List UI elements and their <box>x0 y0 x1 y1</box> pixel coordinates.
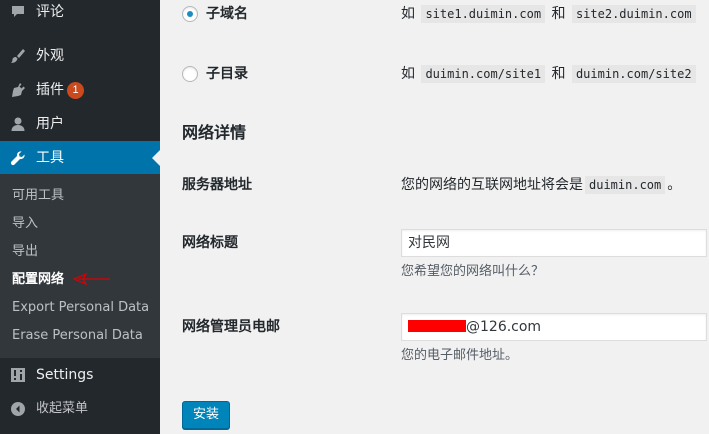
submenu-item-import[interactable]: 导入 <box>12 215 38 233</box>
menu-item-plugins[interactable]: 插件 1 <box>0 73 160 107</box>
subdomain-example: 如 site1.duimin.com 和 site2.duimin.com <box>401 3 698 25</box>
main-content: 子域名 如 site1.duimin.com 和 site2.duimin.co… <box>160 0 709 434</box>
subdomain-radio[interactable] <box>182 6 198 22</box>
menu-label: 收起菜单 <box>36 401 89 416</box>
submenu-item-network-setup[interactable]: 配置网络 <box>12 271 64 289</box>
admin-email-label: 网络管理员电邮 <box>182 319 280 335</box>
menu-item-settings[interactable]: Settings <box>0 358 160 392</box>
wrench-icon <box>10 150 26 166</box>
user-icon <box>10 116 26 132</box>
menu-item-comments[interactable]: 评论 <box>0 0 160 29</box>
network-title-description: 您希望您的网络叫什么？ <box>401 264 545 279</box>
menu-label: 评论 <box>36 4 64 20</box>
admin-sidebar: 评论 外观 插件 1 用户 工具 可用工具 导入 导出 配置网络 Export P… <box>0 0 160 434</box>
network-title-input[interactable]: 对民网 <box>401 229 707 257</box>
plugin-icon <box>10 82 26 98</box>
server-address-value: 您的网络的互联网地址将会是 duimin.com。 <box>401 176 682 194</box>
menu-label: 外观 <box>36 48 64 64</box>
collapse-icon <box>10 401 26 417</box>
subdirectory-example: 如 duimin.com/site1 和 duimin.com/site2 <box>401 63 698 85</box>
menu-item-users[interactable]: 用户 <box>0 107 160 141</box>
submenu-item-export-personal-data[interactable]: Export Personal Data <box>12 299 149 317</box>
admin-email-description: 您的电子邮件地址。 <box>401 348 519 363</box>
submenu-item-erase-personal-data[interactable]: Erase Personal Data <box>12 327 143 345</box>
server-address-label: 服务器地址 <box>182 177 252 193</box>
admin-email-input[interactable]: @126.com <box>401 313 707 341</box>
section-title-network-details: 网络详情 <box>182 123 247 142</box>
subdirectory-radio[interactable] <box>182 66 198 82</box>
menu-label: Settings <box>36 367 94 383</box>
menu-label: 插件 1 <box>36 81 84 99</box>
menu-item-tools[interactable]: 工具 <box>0 141 160 175</box>
current-menu-arrow <box>152 150 160 166</box>
settings-icon <box>10 367 26 383</box>
paintbrush-icon <box>10 48 26 64</box>
red-annotation-arrow <box>72 272 110 286</box>
submenu-item-export[interactable]: 导出 <box>12 243 38 261</box>
install-button[interactable]: 安装 <box>182 401 230 429</box>
update-count-badge: 1 <box>67 82 84 99</box>
submenu-item-available-tools[interactable]: 可用工具 <box>12 187 64 205</box>
comment-icon <box>10 4 26 20</box>
redaction-mark <box>408 320 466 332</box>
menu-item-appearance[interactable]: 外观 <box>0 39 160 73</box>
collapse-menu-button[interactable]: 收起菜单 <box>0 392 160 426</box>
menu-label: 用户 <box>36 116 64 132</box>
menu-label: 工具 <box>36 150 64 166</box>
subdirectory-label: 子目录 <box>206 66 248 82</box>
tools-submenu: 可用工具 导入 导出 配置网络 Export Personal Data Era… <box>0 174 160 358</box>
network-title-label: 网络标题 <box>182 235 238 251</box>
subdomain-label: 子域名 <box>206 6 248 22</box>
